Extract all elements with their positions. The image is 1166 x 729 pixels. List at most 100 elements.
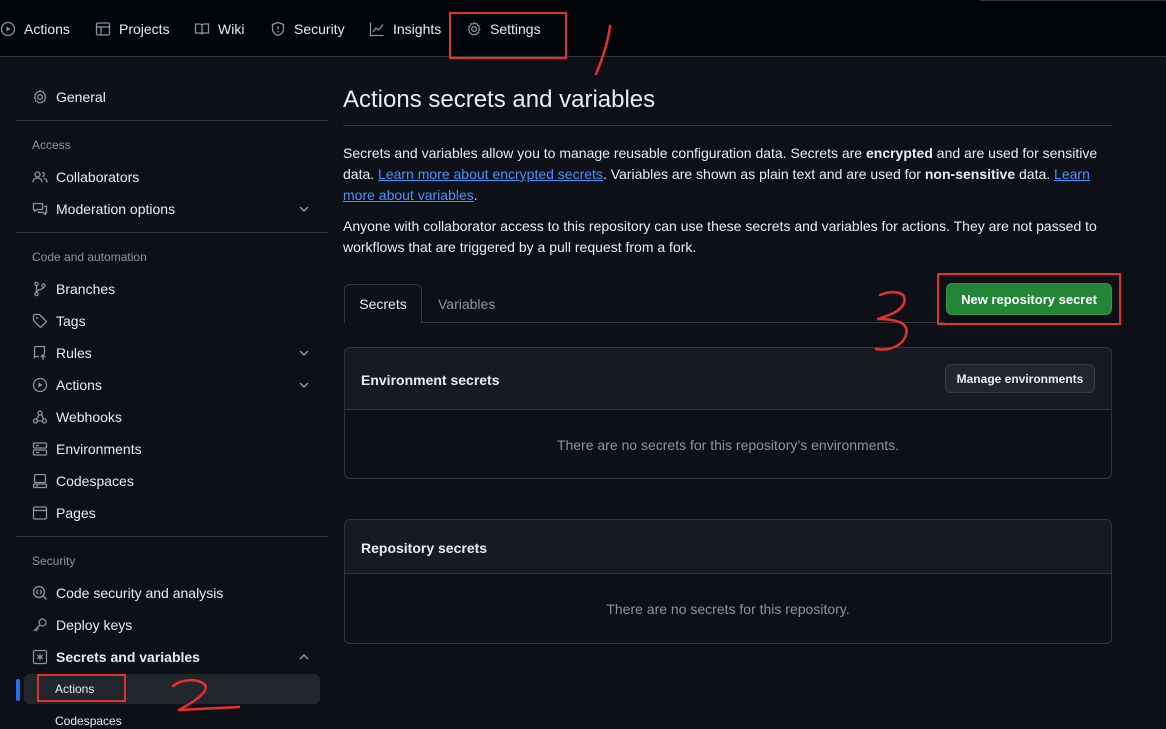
- sidebar-item-moderation[interactable]: Moderation options: [32, 197, 318, 221]
- sidebar-item-label: Collaborators: [56, 169, 140, 185]
- manage-environments-button[interactable]: Manage environments: [945, 364, 1095, 393]
- tab-insights[interactable]: Insights: [369, 18, 441, 40]
- repo-push-icon: [33, 345, 46, 360]
- sidebar-item-label: Secrets and variables: [56, 649, 200, 665]
- annotation-stroke-3: [874, 290, 908, 351]
- tab-wiki[interactable]: Wiki: [194, 18, 244, 40]
- codescan-icon: [32, 585, 48, 601]
- tab-variables[interactable]: Variables: [438, 296, 495, 312]
- sidebar-item-label: Rules: [56, 345, 92, 361]
- repository-secrets-header: Repository secrets: [345, 520, 1111, 574]
- sidebar-divider: [16, 536, 328, 537]
- sidebar-item-tags[interactable]: Tags: [32, 309, 318, 333]
- repository-secrets-title: Repository secrets: [361, 540, 488, 556]
- sidebar-item-label: Tags: [56, 313, 86, 329]
- tab-label: Projects: [119, 21, 170, 37]
- section-heading-code-automation: Code and automation: [32, 250, 147, 264]
- tab-label: Settings: [490, 21, 541, 37]
- gear-icon: [467, 21, 481, 36]
- intro-text: data.: [1015, 166, 1055, 182]
- page-title: Actions secrets and variables: [343, 86, 656, 113]
- tab-secrets[interactable]: Secrets: [344, 284, 422, 323]
- key-icon: [33, 618, 47, 632]
- environment-secrets-header: Environment secrets Manage environments: [345, 348, 1111, 410]
- sidebar-item-rules[interactable]: Rules: [32, 341, 318, 365]
- sidebar-item-code-security[interactable]: Code security and analysis: [32, 581, 318, 605]
- gear-icon: [33, 89, 47, 104]
- intro-text: Secrets and variables allow you to manag…: [343, 145, 866, 161]
- intro-paragraph: Secrets and variables allow you to manag…: [343, 143, 1113, 206]
- table-icon: [95, 22, 111, 36]
- repo-nav: Actions Projects Wiki Security Insights …: [0, 0, 1166, 57]
- graph-icon: [369, 22, 384, 37]
- chevron-down-icon[interactable]: [297, 378, 311, 392]
- play-icon: [0, 21, 16, 37]
- play-icon: [32, 377, 48, 393]
- chevron-down-icon[interactable]: [297, 346, 311, 360]
- tab-label: Actions: [24, 21, 70, 37]
- sidebar-divider: [16, 120, 328, 121]
- sidebar-item-pages[interactable]: Pages: [32, 501, 318, 525]
- active-indicator: [16, 679, 20, 701]
- book-icon: [194, 23, 210, 35]
- browser-icon: [32, 506, 48, 520]
- sidebar-item-label: Codespaces: [56, 473, 134, 489]
- environment-secrets-panel: Environment secrets Manage environments …: [344, 347, 1112, 479]
- sidebar-item-environments[interactable]: Environments: [32, 437, 318, 461]
- codespaces-icon: [32, 473, 48, 489]
- title-divider: [343, 125, 1112, 126]
- sidebar-item-label: Environments: [56, 441, 142, 457]
- tabs-underline: [421, 322, 945, 323]
- sidebar-item-label: Pages: [56, 505, 96, 521]
- chevron-down-icon[interactable]: [297, 202, 311, 216]
- tag-icon: [32, 313, 48, 329]
- sidebar-item-label: General: [56, 89, 106, 105]
- tab-projects[interactable]: Projects: [95, 18, 170, 40]
- tab-label: Wiki: [218, 21, 245, 37]
- repository-secrets-empty: There are no secrets for this repository…: [606, 601, 850, 617]
- tab-label: Security: [294, 21, 345, 37]
- intro-bold: encrypted: [865, 145, 933, 161]
- intro-text: .: [473, 187, 478, 203]
- section-heading-security: Security: [32, 554, 76, 568]
- sidebar-item-deploy-keys[interactable]: Deploy keys: [32, 613, 318, 637]
- sidebar-item-label: Webhooks: [56, 409, 122, 425]
- environment-secrets-empty: There are no secrets for this repository…: [556, 437, 900, 453]
- section-heading-access: Access: [32, 138, 71, 152]
- sidebar-item-label: Actions: [56, 377, 102, 393]
- sidebar-item-secrets-variables[interactable]: Secrets and variables: [32, 645, 318, 669]
- tab-security[interactable]: Security: [270, 18, 345, 40]
- sidebar-item-general[interactable]: General: [32, 85, 318, 109]
- sidebar-item-branches[interactable]: Branches: [32, 277, 318, 301]
- learn-more-secrets-link[interactable]: Learn more about encrypted secrets: [378, 166, 603, 182]
- sidebar-item-label: Deploy keys: [56, 617, 133, 633]
- sidebar-subitem-actions[interactable]: Actions: [55, 682, 94, 696]
- access-paragraph: Anyone with collaborator access to this …: [343, 218, 1097, 255]
- intro-bold: non-sensitive: [924, 166, 1016, 182]
- repository-secrets-panel: Repository secrets There are no secrets …: [344, 519, 1112, 644]
- sidebar-item-label: Moderation options: [56, 201, 176, 217]
- tab-actions[interactable]: Actions: [0, 18, 70, 40]
- top-divider: [980, 0, 1166, 1]
- sidebar-item-actions[interactable]: Actions: [32, 373, 318, 397]
- branch-icon: [34, 281, 46, 297]
- sidebar-item-collaborators[interactable]: Collaborators: [32, 165, 318, 189]
- server-icon: [32, 442, 48, 456]
- webhook-icon: [32, 410, 48, 424]
- environment-secrets-title: Environment secrets: [361, 372, 500, 388]
- tab-label: Insights: [393, 21, 442, 37]
- people-icon: [32, 171, 48, 183]
- sidebar-item-label: Code security and analysis: [56, 585, 224, 601]
- comment-discussion-icon: [32, 202, 48, 216]
- tab-settings[interactable]: Settings: [466, 18, 541, 40]
- chevron-up-icon[interactable]: [297, 650, 311, 664]
- sidebar-subitem-codespaces[interactable]: Codespaces: [55, 714, 122, 728]
- sidebar-item-webhooks[interactable]: Webhooks: [32, 405, 318, 429]
- sidebar-divider: [16, 232, 328, 233]
- new-repository-secret-button[interactable]: New repository secret: [946, 283, 1112, 315]
- shield-icon: [271, 21, 285, 37]
- intro-text: . Variables are shown as plain text and …: [602, 166, 925, 182]
- sidebar-item-label: Branches: [56, 281, 116, 297]
- asterisk-icon: [32, 649, 48, 665]
- sidebar-item-codespaces[interactable]: Codespaces: [32, 469, 318, 493]
